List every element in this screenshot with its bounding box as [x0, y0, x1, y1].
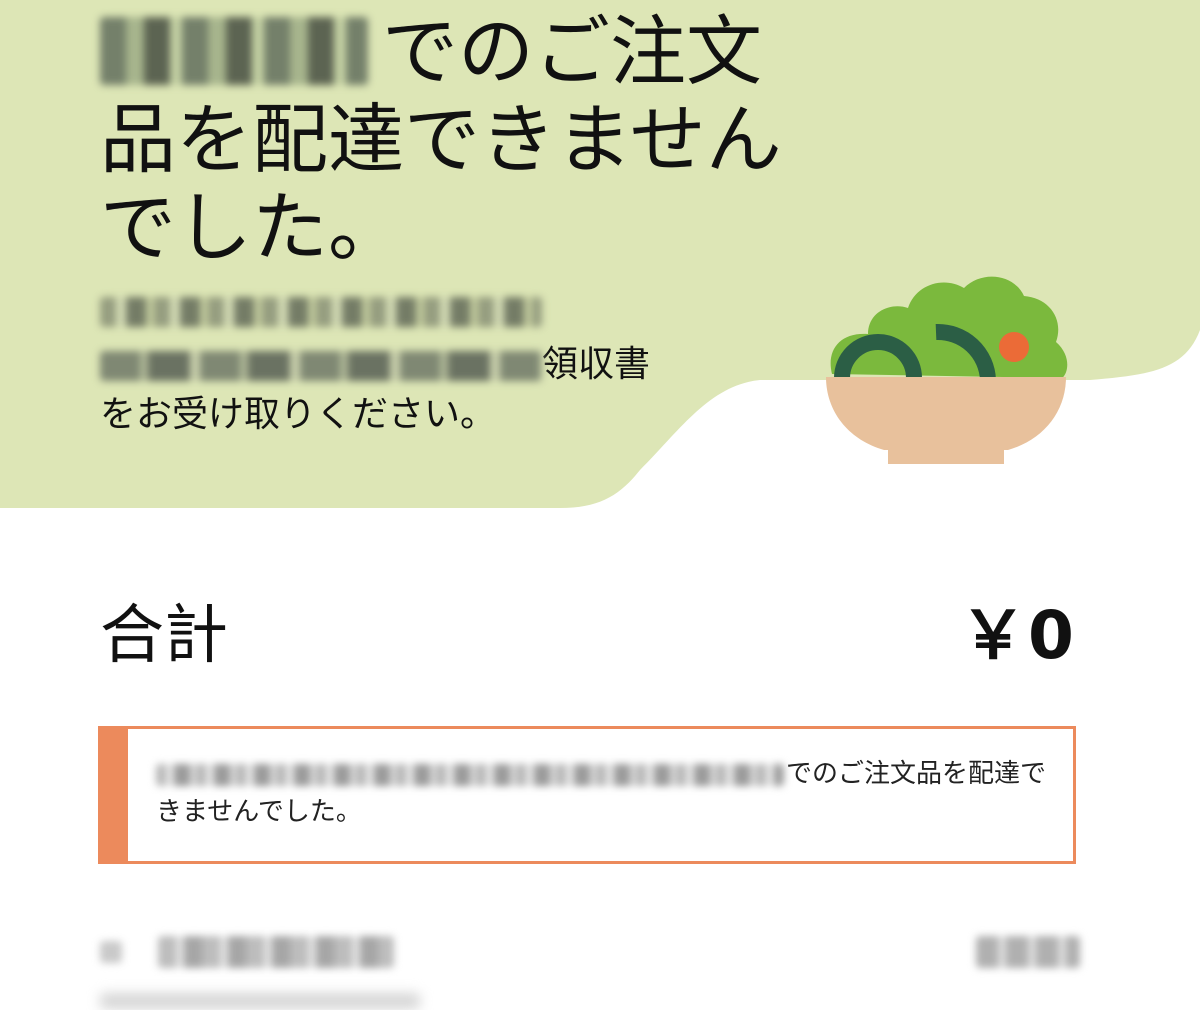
order-item-row — [100, 930, 1080, 974]
redacted-item-quantity — [100, 941, 122, 963]
total-amount: ￥0 — [960, 597, 1076, 674]
total-label: 合計 — [100, 599, 228, 673]
page-title: でのご注文品を配達できませんでした。 — [100, 8, 790, 272]
salad-bowl-icon — [826, 276, 1068, 464]
delivery-failed-notice: でのご注文品を配達できませんでした。 — [98, 726, 1076, 864]
redacted-text — [100, 351, 542, 381]
redacted-item-name — [158, 936, 394, 968]
total-row: 合計 ￥0 — [100, 580, 1076, 680]
redacted-restaurant-name — [100, 17, 368, 85]
receipt-subtitle-line2: をお受け取りください。 — [100, 394, 497, 435]
receipt-subtitle: 領収書 をお受け取りください。 — [100, 290, 700, 440]
redacted-item-price — [976, 936, 1080, 968]
redacted-text — [100, 297, 542, 327]
redacted-text — [156, 763, 784, 786]
redacted-next-row — [100, 990, 500, 1010]
receipt-label: 領収書 — [542, 344, 651, 385]
